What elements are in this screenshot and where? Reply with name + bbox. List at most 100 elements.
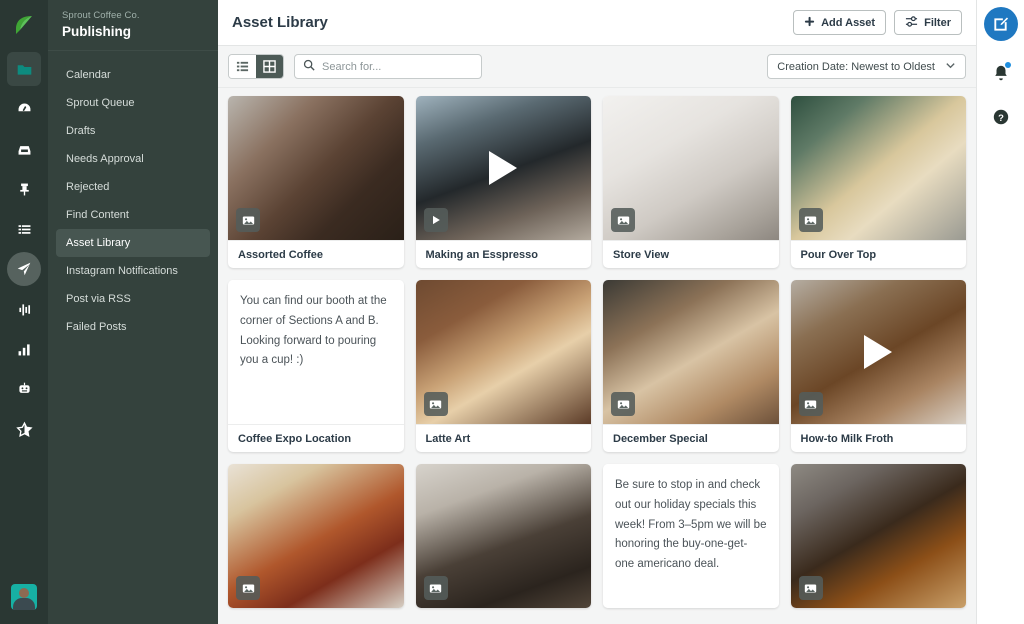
list-icon[interactable] xyxy=(7,212,41,246)
asset-card[interactable]: Be sure to stop in and check out our hol… xyxy=(603,464,779,608)
asset-card[interactable]: You can find our booth at the corner of … xyxy=(228,280,404,452)
sidebar-item-needs-approval[interactable]: Needs Approval xyxy=(56,145,210,173)
asset-title: Making an Esspresso xyxy=(415,240,591,268)
asset-thumbnail xyxy=(790,280,966,424)
user-avatar[interactable] xyxy=(11,584,37,610)
asset-card[interactable]: Assorted Coffee xyxy=(228,96,404,268)
app-root: Sprout Coffee Co. Publishing Calendar Spr… xyxy=(0,0,1024,624)
sidebar-item-drafts[interactable]: Drafts xyxy=(56,117,210,145)
asset-title: December Special xyxy=(603,424,779,452)
notification-dot xyxy=(1004,62,1011,68)
asset-type-badge-image xyxy=(798,576,823,600)
folder-icon[interactable] xyxy=(7,52,41,86)
sliders-icon xyxy=(905,15,918,31)
utility-rail: ? xyxy=(976,0,1024,624)
asset-thumbnail xyxy=(228,464,404,608)
asset-text-body: You can find our booth at the corner of … xyxy=(240,295,387,367)
asset-thumbnail xyxy=(790,96,966,240)
sort-dropdown[interactable]: Creation Date: Newest to Oldest xyxy=(767,54,966,79)
asset-card[interactable]: December Special xyxy=(603,280,779,452)
asset-title: How-to Milk Froth xyxy=(790,424,966,452)
asset-thumbnail xyxy=(415,96,591,240)
sidebar-title: Publishing xyxy=(62,24,131,39)
asset-text-preview: You can find our booth at the corner of … xyxy=(228,280,404,424)
asset-card[interactable] xyxy=(790,464,966,608)
dashboard-gauge-icon[interactable] xyxy=(7,92,41,126)
asset-thumbnail xyxy=(228,96,404,240)
asset-type-badge-image xyxy=(611,392,635,416)
add-asset-button[interactable]: Add Asset xyxy=(793,10,887,35)
search-input[interactable] xyxy=(322,60,473,73)
asset-title: Store View xyxy=(603,240,779,268)
filter-button[interactable]: Filter xyxy=(894,10,962,35)
view-toggle-grid[interactable] xyxy=(256,55,283,78)
asset-grid-wrapper: Assorted Coffee Making an Esspresso Store … xyxy=(218,88,976,624)
asset-card[interactable]: Pour Over Top xyxy=(790,96,966,268)
sidebar-item-asset-library[interactable]: Asset Library xyxy=(56,229,210,257)
sidebar-item-label: Asset Library xyxy=(66,237,131,249)
asset-type-badge-image xyxy=(236,208,260,232)
sidebar-item-sprout-queue[interactable]: Sprout Queue xyxy=(56,89,210,117)
star-icon[interactable] xyxy=(7,412,41,446)
help-icon[interactable]: ? xyxy=(989,105,1013,129)
filter-label: Filter xyxy=(924,16,951,29)
asset-card[interactable]: Latte Art xyxy=(415,280,591,452)
asset-card[interactable] xyxy=(228,464,404,608)
asset-type-badge-image xyxy=(423,392,448,416)
sidebar-item-find-content[interactable]: Find Content xyxy=(56,201,210,229)
asset-type-badge-image xyxy=(236,576,260,600)
play-overlay-icon[interactable] xyxy=(864,335,893,369)
asset-card[interactable]: Making an Esspresso xyxy=(415,96,591,268)
view-toggle-group xyxy=(228,54,284,79)
sidebar-item-rejected[interactable]: Rejected xyxy=(56,173,210,201)
asset-card[interactable]: How-to Milk Froth xyxy=(790,280,966,452)
sidebar-item-failed-posts[interactable]: Failed Posts xyxy=(56,313,210,341)
sidebar-item-label: Post via RSS xyxy=(66,293,131,305)
asset-thumbnail xyxy=(790,464,966,608)
sidebar-item-label: Sprout Queue xyxy=(66,97,135,109)
page-header: Asset Library Add Asset Filter xyxy=(218,0,976,46)
view-toggle-list[interactable] xyxy=(229,55,256,78)
header-actions: Add Asset Filter xyxy=(793,10,962,35)
sidebar-item-calendar[interactable]: Calendar xyxy=(56,61,210,89)
play-overlay-icon[interactable] xyxy=(489,151,518,185)
plus-icon xyxy=(804,16,815,30)
asset-card[interactable] xyxy=(415,464,591,608)
page-title: Asset Library xyxy=(232,14,328,31)
inbox-icon[interactable] xyxy=(7,132,41,166)
sidebar-item-label: Drafts xyxy=(66,125,96,137)
asset-type-badge-image xyxy=(798,208,823,232)
listening-waveform-icon[interactable] xyxy=(7,292,41,326)
add-asset-label: Add Asset xyxy=(821,16,876,29)
bot-icon[interactable] xyxy=(7,372,41,406)
asset-text-preview: Be sure to stop in and check out our hol… xyxy=(603,464,779,608)
rail-icon-list xyxy=(7,52,41,452)
asset-thumbnail xyxy=(603,96,779,240)
notifications-bell-icon[interactable] xyxy=(989,61,1013,85)
sidebar-item-post-via-rss[interactable]: Post via RSS xyxy=(56,285,210,313)
sidebar-item-label: Instagram Notifications xyxy=(66,265,178,277)
asset-card[interactable]: Store View xyxy=(603,96,779,268)
sort-value: Creation Date: Newest to Oldest xyxy=(777,60,935,73)
publish-paper-plane-icon[interactable] xyxy=(7,252,41,286)
search-box[interactable] xyxy=(294,54,482,79)
compose-button[interactable] xyxy=(983,7,1018,41)
asset-text-body: Be sure to stop in and check out our hol… xyxy=(615,479,767,571)
reports-bar-chart-icon[interactable] xyxy=(7,332,41,366)
sprout-leaf-logo[interactable] xyxy=(9,10,39,40)
asset-type-badge-image xyxy=(611,208,635,232)
sidebar-item-instagram-notifications[interactable]: Instagram Notifications xyxy=(56,257,210,285)
svg-text:?: ? xyxy=(998,113,1004,124)
asset-type-badge-text: A xyxy=(240,371,250,387)
library-toolbar: Creation Date: Newest to Oldest xyxy=(218,46,976,88)
pin-icon[interactable] xyxy=(7,172,41,206)
asset-thumbnail xyxy=(415,464,591,608)
org-name: Sprout Coffee Co. xyxy=(62,10,140,21)
sidebar-item-label: Needs Approval xyxy=(66,153,144,165)
asset-title: Pour Over Top xyxy=(790,240,966,268)
sidebar-item-label: Failed Posts xyxy=(66,321,127,333)
sidebar-header: Sprout Coffee Co. Publishing xyxy=(48,0,218,51)
global-nav-rail xyxy=(0,0,48,624)
publishing-sidebar: Sprout Coffee Co. Publishing Calendar Spr… xyxy=(48,0,218,624)
asset-type-badge-text: A xyxy=(615,574,625,590)
